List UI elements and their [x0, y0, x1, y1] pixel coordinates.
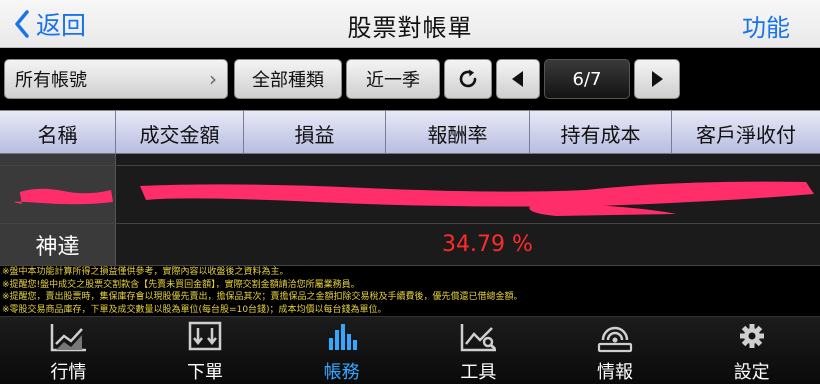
- tab-label: 行情: [50, 362, 87, 383]
- tab-label: 帳務: [323, 362, 360, 383]
- column-header-amount[interactable]: 成交金額: [116, 111, 244, 155]
- row-values: 34.79 %: [116, 224, 820, 265]
- column-header-profit[interactable]: 損益: [244, 111, 386, 155]
- tab-account[interactable]: 帳務: [273, 317, 410, 384]
- tools-icon: [461, 324, 497, 352]
- table-row[interactable]: [0, 154, 820, 166]
- page-indicator: 6/7: [544, 59, 630, 99]
- bar-chart-icon: [328, 324, 357, 350]
- type-label: 全部種類: [252, 70, 324, 91]
- account-selector[interactable]: 所有帳號 ›: [4, 59, 228, 99]
- redaction-mark: [140, 181, 814, 216]
- table-row[interactable]: [0, 166, 820, 224]
- tab-label: 下單: [187, 362, 223, 383]
- period-selector[interactable]: 近一季: [346, 59, 440, 99]
- refresh-button[interactable]: [444, 59, 492, 99]
- row-values: [116, 154, 820, 165]
- row-values: [116, 166, 820, 223]
- note-line: ※提醒您!盤中成交之股票交割款含【先賣未買回金額】，實際交割金額請洽您所屬業務員…: [2, 279, 360, 290]
- table-body[interactable]: 神達 34.79 %: [0, 154, 820, 266]
- table-row[interactable]: 神達 34.79 %: [0, 224, 820, 266]
- next-arrow-icon: [652, 71, 663, 87]
- tab-label: 設定: [733, 362, 770, 383]
- period-label: 近一季: [366, 70, 420, 91]
- nav-bar: 返回 股票對帳單 功能: [0, 0, 820, 48]
- account-label: 所有帳號: [15, 70, 87, 91]
- table-header: 名稱 成交金額 損益 報酬率 持有成本 客戶淨收付: [0, 110, 820, 155]
- news-icon: [597, 326, 633, 353]
- page-number: 6/7: [572, 68, 602, 90]
- note-line: ※提醒您，賣出股票時，集保庫存會以現股優先賣出，擔保品其次；賣擔保品之金額扣除交…: [2, 292, 523, 302]
- tab-label: 情報: [597, 362, 634, 383]
- tab-label: 工具: [460, 362, 497, 383]
- prev-arrow-icon: [512, 71, 523, 87]
- line-chart-icon: [51, 324, 87, 352]
- disclaimer-notes: ※盤中本功能計算所得之損益僅供參考，實際內容以收盤後之資料為主。 ※提醒您!盤中…: [0, 266, 820, 316]
- tab-order[interactable]: 下單: [137, 317, 274, 384]
- tab-tools[interactable]: 工具: [410, 317, 547, 384]
- function-button[interactable]: 功能: [742, 8, 790, 43]
- redaction-mark: [14, 188, 114, 204]
- refresh-icon: [459, 69, 477, 88]
- note-line: ※零股交易商品庫存，下單及成交數量以股為單位(每台股=10台錢)；成本均價以每台…: [2, 304, 387, 315]
- row-name-cell: [0, 154, 116, 165]
- note-line: ※盤中本功能計算所得之損益僅供參考，實際內容以收盤後之資料為主。: [2, 267, 289, 277]
- return-rate-value: 34.79 %: [442, 232, 533, 257]
- row-name-cell: [0, 166, 116, 223]
- filter-toolbar: 所有帳號 › 全部種類 近一季 6/7: [0, 48, 820, 110]
- column-header-cost[interactable]: 持有成本: [530, 111, 672, 155]
- column-header-name[interactable]: 名稱: [0, 111, 116, 155]
- type-selector[interactable]: 全部種類: [234, 59, 342, 99]
- chevron-right-icon: ›: [209, 67, 217, 91]
- page-title: 股票對帳單: [347, 14, 473, 42]
- prev-page-button[interactable]: [496, 59, 540, 99]
- tab-bar: 行情 下單 帳務 工具 情報 設定: [0, 316, 820, 384]
- gear-icon: [739, 324, 764, 348]
- tab-settings[interactable]: 設定: [683, 317, 820, 384]
- tab-market[interactable]: 行情: [0, 317, 137, 384]
- column-header-net[interactable]: 客戶淨收付: [672, 111, 820, 155]
- row-name-cell: 神達: [0, 224, 116, 265]
- next-page-button[interactable]: [634, 59, 680, 99]
- column-header-return[interactable]: 報酬率: [386, 111, 530, 155]
- order-icon: [188, 321, 222, 351]
- tab-news[interactable]: 情報: [547, 317, 684, 384]
